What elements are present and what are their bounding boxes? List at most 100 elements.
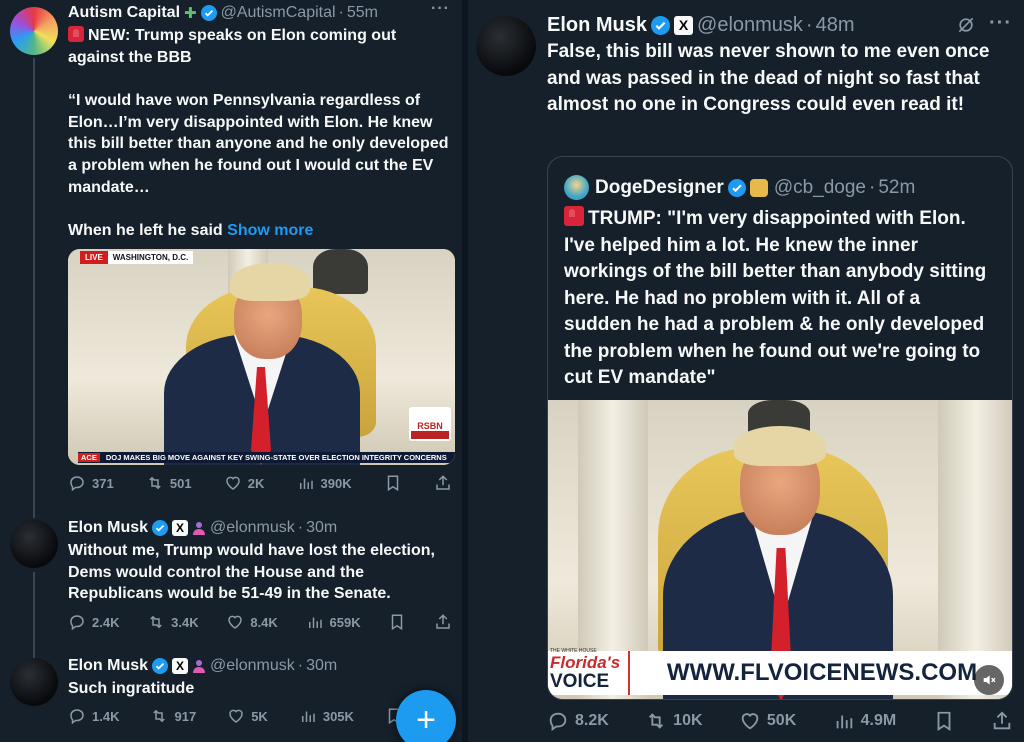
repost-button[interactable]: 917: [150, 707, 196, 725]
view-count: 305K: [322, 708, 354, 724]
author-name[interactable]: Autism Capital: [68, 4, 180, 22]
author-name[interactable]: Elon Musk: [547, 14, 647, 37]
like-button[interactable]: 50K: [739, 710, 796, 732]
grok-icon[interactable]: [956, 15, 976, 35]
repost-icon: [150, 615, 162, 629]
reply-count: 1.4K: [92, 708, 120, 724]
doge-avatar[interactable]: [564, 175, 589, 200]
views-button[interactable]: 305K: [299, 707, 354, 725]
x-affiliate-icon: X: [674, 15, 694, 35]
white-house-label: THE WHITE HOUSE: [550, 648, 597, 654]
views-button[interactable]: 659K: [306, 613, 361, 631]
left-thread-pane: Autism Capital ✚ @AutismCapital · 55m ··…: [0, 0, 462, 742]
quoted-video[interactable]: Florida's VOICE WWW.FLVOICENEWS.COM THE …: [548, 400, 1012, 699]
timestamp[interactable]: 48m: [816, 14, 855, 37]
quoted-header: DogeDesigner @cb_doge · 52m: [564, 175, 915, 200]
views-button[interactable]: 390K: [297, 474, 352, 492]
news-ticker: ACE DOJ MAKES BIG MOVE AGAINST KEY SWING…: [78, 452, 455, 463]
tweet-elon-main[interactable]: Elon Musk X @elonmusk · 48m ··· False, t…: [547, 12, 1016, 119]
tweet-text: False, this bill was never shown to me e…: [547, 41, 990, 115]
timestamp[interactable]: 55m: [347, 4, 378, 22]
bookmark-button[interactable]: [933, 710, 955, 732]
network-label: RSBN: [417, 421, 443, 431]
repost-icon: [149, 476, 161, 490]
quoted-text-content: TRUMP: "I'm very disappointed with Elon.…: [564, 208, 987, 388]
quoted-timestamp[interactable]: 52m: [878, 177, 915, 199]
like-button[interactable]: 5K: [227, 707, 268, 725]
hair: [230, 263, 310, 301]
author-name[interactable]: Elon Musk: [68, 657, 148, 675]
bookmark-icon: [392, 614, 403, 631]
tweet-reply-elon-2[interactable]: Elon Musk X @elonmusk · 30m Such ingrati…: [68, 655, 454, 700]
tweet-autism-capital[interactable]: Autism Capital ✚ @AutismCapital · 55m ··…: [68, 0, 454, 242]
hair: [734, 426, 826, 466]
like-count: 50K: [766, 712, 797, 729]
views-button[interactable]: 4.9M: [833, 710, 896, 732]
reply-button[interactable]: 8.2K: [547, 710, 609, 732]
fl-voice-logo: Florida's VOICE: [548, 651, 630, 695]
repost-button[interactable]: 10K: [645, 710, 703, 732]
quoted-text: TRUMP: "I'm very disappointed with Elon.…: [564, 206, 992, 392]
reply-icon: [70, 615, 84, 631]
timestamp[interactable]: 30m: [306, 657, 337, 675]
view-count: 659K: [329, 614, 361, 630]
analytics-icon: [308, 617, 322, 628]
ticker-prefix: ACE: [78, 453, 100, 462]
tweet-actions: 1.4K 917 5K 305K: [68, 707, 452, 725]
doge-badge-icon: [749, 178, 768, 197]
quoted-author-handle[interactable]: @cb_doge: [774, 177, 866, 199]
network-flag: [411, 431, 449, 439]
mute-button[interactable]: [974, 665, 1004, 695]
elon-avatar[interactable]: [476, 16, 536, 76]
bookmark-button[interactable]: [384, 474, 402, 492]
reply-count: 371: [92, 475, 114, 491]
live-label: LIVE: [80, 251, 108, 264]
reply-icon: [70, 709, 84, 725]
like-button[interactable]: 8.4K: [226, 613, 278, 631]
reply-button[interactable]: 2.4K: [68, 613, 119, 631]
share-icon: [436, 614, 450, 629]
quoted-tweet[interactable]: DogeDesigner @cb_doge · 52m TRUMP: "I'm …: [547, 156, 1013, 700]
author-name[interactable]: Elon Musk: [68, 519, 148, 537]
share-button[interactable]: [434, 474, 452, 492]
verified-badge-icon: [727, 178, 746, 197]
author-handle[interactable]: @elonmusk: [210, 519, 295, 537]
analytics-icon: [836, 715, 852, 729]
tweet-header: Elon Musk X @elonmusk · 30m: [68, 517, 454, 539]
bookmark-icon: [937, 711, 951, 731]
share-button[interactable]: [434, 613, 452, 631]
repost-button[interactable]: 501: [146, 474, 192, 492]
elon-avatar[interactable]: [10, 658, 58, 706]
repost-icon: [153, 709, 166, 723]
compose-post-button[interactable]: +: [396, 690, 456, 742]
analytics-icon: [299, 478, 313, 489]
share-button[interactable]: [991, 710, 1013, 732]
puzzle-icon: ✚: [184, 5, 197, 22]
verified-badge-icon: [152, 520, 169, 536]
more-options-icon[interactable]: ···: [431, 0, 450, 18]
timestamp[interactable]: 30m: [306, 519, 337, 537]
reply-button[interactable]: 1.4K: [68, 707, 119, 725]
author-handle[interactable]: @AutismCapital: [221, 4, 336, 22]
elon-avatar[interactable]: [10, 520, 58, 568]
bookmark-icon: [387, 475, 399, 492]
repost-button[interactable]: 3.4K: [147, 613, 199, 631]
like-count: 2K: [247, 475, 265, 491]
author-handle[interactable]: @elonmusk: [210, 657, 295, 675]
quote-text: “I would have won Pennsylvania regardles…: [68, 92, 449, 196]
tweet-reply-elon-1[interactable]: Elon Musk X @elonmusk · 30m Without me, …: [68, 517, 454, 605]
tweet-video[interactable]: LIVE WASHINGTON, D.C. RSBN ACE DOJ MAKES…: [68, 249, 455, 465]
more-options-icon[interactable]: ···: [989, 12, 1012, 35]
author-handle[interactable]: @elonmusk: [697, 14, 803, 37]
autism-capital-avatar[interactable]: [10, 7, 58, 55]
bookmark-button[interactable]: [388, 613, 406, 631]
tweet-text: Without me, Trump would have lost the el…: [68, 542, 435, 603]
tweet-header: Elon Musk X @elonmusk · 30m: [68, 655, 454, 677]
fl-voice-brand-bottom: VOICE: [550, 671, 610, 692]
quoted-author-name[interactable]: DogeDesigner: [595, 177, 724, 199]
reply-button[interactable]: 371: [68, 474, 114, 492]
ticker-text: DOJ MAKES BIG MOVE AGAINST KEY SWING-STA…: [105, 453, 447, 462]
like-button[interactable]: 2K: [224, 474, 265, 492]
show-more-link[interactable]: Show more: [227, 222, 313, 239]
heart-icon: [228, 615, 243, 629]
